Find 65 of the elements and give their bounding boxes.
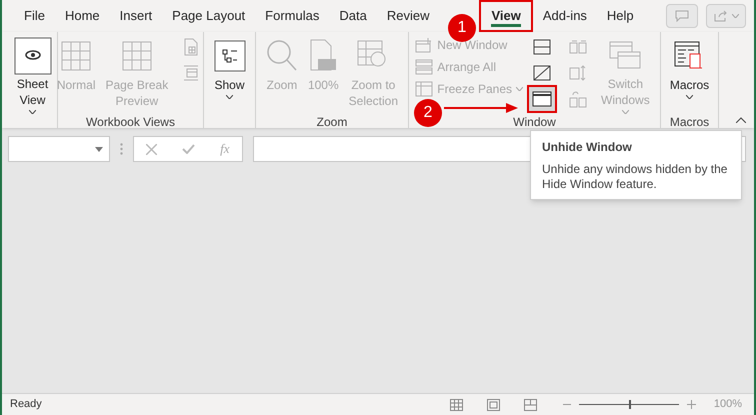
ribbon-tab[interactable]: Data [329, 0, 377, 32]
layout-icon [183, 64, 200, 82]
comment-icon [675, 10, 689, 22]
ribbon-button[interactable]: Sheet View [10, 32, 56, 114]
grid-icon [61, 41, 92, 71]
caret-icon [732, 14, 738, 18]
arrange-icon [415, 59, 434, 75]
sync-scroll-icon [569, 64, 588, 82]
ribbon-button[interactable]: Show [210, 32, 250, 114]
grid-icon [122, 41, 152, 71]
reset-position-icon [569, 90, 588, 108]
side-by-side-icon [569, 40, 588, 54]
tooltip-text: Unhide any windows hidden by the Hide Window feature. [542, 162, 728, 192]
zoom-level: 100% [714, 397, 742, 412]
cancel-icon [146, 144, 158, 154]
name-box[interactable] [8, 136, 110, 162]
share-button[interactable] [706, 4, 746, 28]
dropdown-icon [95, 146, 103, 152]
zoom-in-icon[interactable] [686, 400, 696, 409]
switch-windows-icon [608, 40, 642, 72]
magnifier-icon [266, 39, 298, 73]
hide-icon [533, 65, 552, 81]
group-label: Zoom [316, 114, 348, 131]
eye-icon [14, 36, 52, 74]
caret-icon [622, 110, 629, 114]
caret-icon [516, 87, 524, 91]
ribbon-tab[interactable]: Add-ins [532, 0, 597, 32]
page-layout-button[interactable] [486, 398, 500, 410]
group-label: Window [513, 114, 556, 131]
tooltip-title: Unhide Window [542, 139, 633, 156]
freeze-icon [415, 81, 434, 97]
enter-button[interactable] [182, 144, 196, 154]
icon-button[interactable] [529, 87, 556, 111]
page-break-icon [524, 398, 537, 410]
comment-button[interactable] [666, 4, 698, 28]
page-icon [486, 398, 500, 410]
share-icon [714, 10, 728, 22]
show-icon [214, 40, 246, 72]
caret-up-icon [736, 117, 746, 123]
ribbon-tab[interactable]: Home [54, 0, 110, 32]
caret-icon [29, 110, 36, 114]
check-icon [182, 144, 196, 154]
ribbon-tab[interactable]: Page Layout [162, 0, 256, 32]
ribbon-tab[interactable]: Review [376, 0, 440, 32]
status-text: Ready [10, 397, 42, 412]
page-icon [309, 39, 338, 73]
cancel-button[interactable] [146, 144, 158, 154]
new-window-icon [415, 37, 434, 53]
ribbon-tab[interactable]: File [14, 0, 55, 32]
page-icon [183, 38, 200, 56]
group-label: Macros [670, 114, 710, 131]
caret-icon [226, 95, 233, 99]
ribbon-tab[interactable]: Insert [110, 0, 162, 32]
group-label: Workbook Views [86, 114, 175, 131]
ribbon-tab[interactable]: Help [596, 0, 644, 32]
normal-view-button[interactable] [450, 398, 463, 410]
ribbon-button[interactable]: Macros [666, 32, 714, 114]
grid-icon [450, 398, 463, 410]
page-break-button[interactable] [524, 398, 537, 410]
ribbon-tab[interactable]: View [479, 0, 533, 32]
grip-icon [120, 143, 123, 155]
caret-icon [686, 95, 693, 99]
window-icon [532, 91, 552, 107]
ribbon-tab[interactable]: Formulas [255, 0, 330, 32]
split-icon [533, 39, 552, 55]
